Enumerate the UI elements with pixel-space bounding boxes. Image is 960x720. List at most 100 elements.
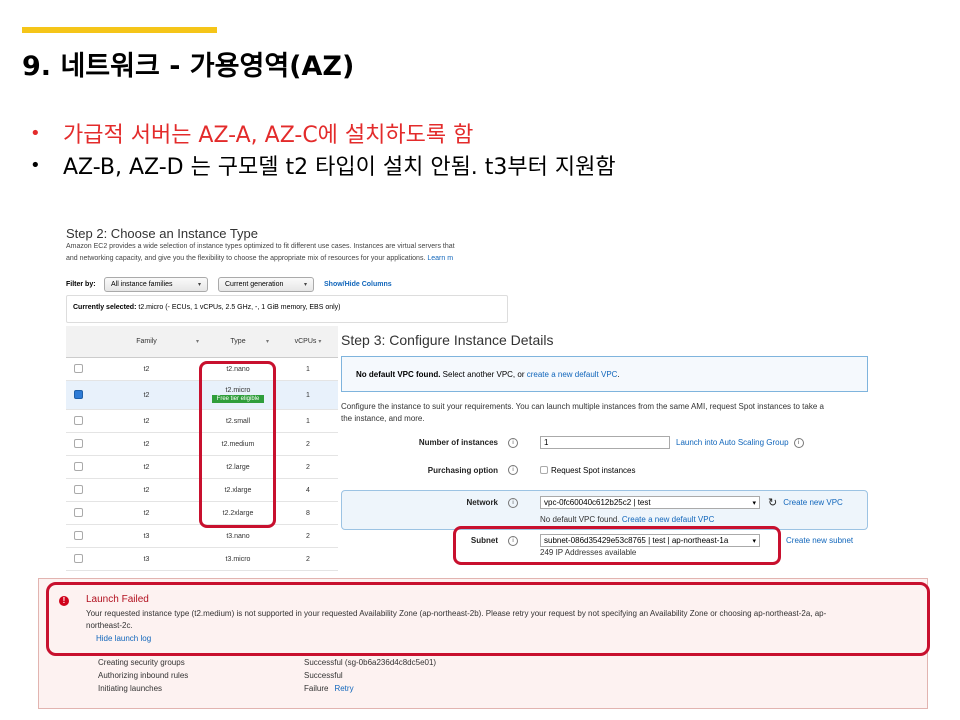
purchasing-option-label: Purchasing option [427, 465, 498, 475]
retry-link[interactable]: Retry [334, 684, 353, 693]
learn-more-link[interactable]: Learn m [427, 255, 453, 262]
show-hide-columns-link[interactable]: Show/Hide Columns [324, 281, 392, 288]
family-cell: t3 [143, 532, 150, 540]
vcpus-cell: 8 [306, 509, 310, 517]
row-checkbox[interactable] [73, 389, 83, 399]
network-label: Network [466, 498, 498, 507]
row-checkbox-cell [66, 461, 90, 473]
spot-instances-label: Request Spot instances [551, 465, 636, 475]
row-checkbox[interactable] [73, 553, 83, 563]
bullet-dot-icon: • [30, 122, 41, 144]
filter-bar: Filter by: All instance families ▾ Curre… [66, 277, 392, 292]
log-step: Initiating launches [98, 684, 163, 693]
vcpus-cell: 2 [306, 532, 310, 540]
vcpus-cell: 1 [306, 365, 310, 373]
launch-log-row: Initiating launches Failure Retry [98, 684, 354, 693]
instance-family-dropdown[interactable]: All instance families ▾ [104, 277, 208, 292]
vcpus-cell: 2 [306, 463, 310, 471]
column-header-label: Family [136, 338, 157, 345]
family-cell: t2 [143, 365, 150, 373]
family-cell: t2 [143, 440, 150, 448]
type-cell: t3.nano [203, 533, 273, 540]
chevron-down-icon: ▾ [197, 282, 201, 288]
row-checkbox-cell [66, 438, 90, 450]
column-header-family[interactable]: Family ▾ [90, 338, 203, 345]
banner-period: . [617, 370, 620, 379]
type-cell: t3.micro [203, 556, 273, 563]
log-step: Authorizing inbound rules [98, 671, 189, 680]
create-default-vpc-link[interactable]: create a new default VPC [527, 370, 618, 379]
vcpus-cell: 1 [306, 417, 310, 425]
row-checkbox[interactable] [73, 438, 83, 448]
log-status: Successful (sg-0b6a236d4c8dc5e01) [304, 658, 437, 667]
row-checkbox-cell [66, 415, 90, 427]
network-select-value: vpc-0fc60040c612b25c2 | test [544, 498, 651, 507]
row-checkbox-cell [66, 363, 90, 375]
log-step: Creating security groups [98, 658, 185, 667]
configure-description-line1: Configure the instance to suit your requ… [341, 402, 824, 411]
refresh-icon[interactable]: ↻ [768, 496, 777, 509]
info-icon[interactable]: i [508, 497, 518, 508]
vcpus-cell: 2 [306, 555, 310, 563]
banner-bold-text: No default VPC found. [356, 370, 441, 379]
info-icon[interactable]: i [508, 465, 518, 475]
highlight-box-subnet [453, 526, 781, 565]
row-checkbox[interactable] [73, 507, 83, 517]
family-cell: t2 [143, 463, 150, 471]
step2-description-line1: Amazon EC2 provides a wide selection of … [66, 243, 455, 250]
create-default-vpc-link-2[interactable]: Create a new default VPC [622, 515, 715, 524]
step3-title: Step 3: Configure Instance Details [341, 332, 554, 348]
spot-instances-checkbox[interactable] [540, 466, 548, 474]
family-cell: t2 [143, 509, 150, 517]
highlight-box-type-column [199, 361, 276, 528]
step2-title: Step 2: Choose an Instance Type [66, 226, 259, 241]
sort-icon: ▾ [195, 339, 199, 345]
network-select[interactable]: vpc-0fc60040c612b25c2 | test ▾ [540, 496, 760, 509]
column-header-type[interactable]: Type ▾ [203, 338, 273, 345]
family-cell: t2 [143, 417, 150, 425]
vcpus-cell: 4 [306, 486, 310, 494]
row-checkbox-cell [66, 530, 90, 542]
row-checkbox-cell [66, 389, 90, 401]
info-icon[interactable]: i [793, 437, 804, 448]
no-default-vpc-banner: No default VPC found. Select another VPC… [341, 356, 868, 392]
configure-description: Configure the instance to suit your requ… [341, 401, 868, 425]
row-checkbox[interactable] [73, 415, 83, 425]
row-checkbox[interactable] [73, 363, 83, 373]
sort-icon: ▾ [318, 339, 322, 345]
chevron-down-icon: ▾ [752, 499, 756, 507]
number-of-instances-label: Number of instances [418, 438, 498, 447]
type-value: t3.nano [226, 532, 250, 540]
generation-dropdown[interactable]: Current generation ▾ [218, 277, 314, 292]
title-accent-bar [22, 27, 217, 33]
currently-selected-label: Currently selected: [73, 304, 137, 311]
step2-description-line2: and networking capacity, and give you th… [66, 253, 508, 265]
sort-icon: ▾ [265, 339, 269, 345]
number-of-instances-input[interactable] [540, 436, 670, 449]
row-checkbox[interactable] [73, 484, 83, 494]
vcpus-cell: 2 [306, 440, 310, 448]
info-icon[interactable]: i [508, 437, 518, 448]
row-checkbox[interactable] [73, 530, 83, 540]
row-checkbox[interactable] [73, 461, 83, 471]
step2-description: Amazon EC2 provides a wide selection of … [66, 241, 508, 265]
column-header-vcpus[interactable]: vCPUs ▾ [273, 338, 343, 345]
dropdown-value: Current generation [225, 281, 284, 288]
create-new-vpc-link[interactable]: Create new VPC [783, 498, 843, 507]
slide-title: 9. 네트워크 - 가용영역(AZ) [22, 51, 355, 82]
highlight-box-launch-failed [46, 582, 930, 656]
log-status: Successful [304, 671, 343, 680]
vcpus-cell: 1 [306, 391, 310, 399]
type-value: t3.micro [225, 555, 251, 563]
row-checkbox-cell [66, 484, 90, 496]
column-header-label: Type [230, 338, 246, 345]
log-status: Failure [304, 684, 329, 693]
auto-scaling-link[interactable]: Launch into Auto Scaling Group [676, 438, 789, 447]
launch-log-row: Creating security groups Successful (sg-… [98, 658, 436, 667]
launch-log-row: Authorizing inbound rules Successful [98, 671, 343, 680]
create-new-subnet-link[interactable]: Create new subnet [786, 536, 853, 545]
chevron-down-icon: ▾ [303, 282, 307, 288]
network-note-text: No default VPC found. [540, 515, 620, 524]
bullet-dot-icon: • [30, 154, 41, 176]
dropdown-value: All instance families [111, 281, 173, 288]
